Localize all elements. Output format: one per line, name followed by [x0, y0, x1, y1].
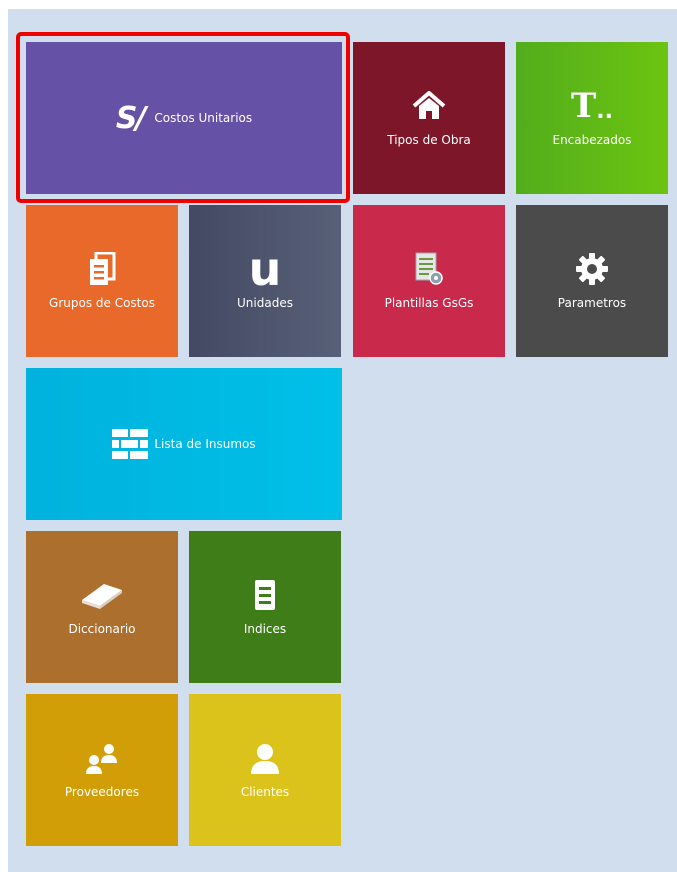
- tile-unidades[interactable]: u Unidades: [189, 205, 341, 357]
- tile-label: Parametros: [557, 296, 627, 310]
- tile-parametros[interactable]: Parametros: [516, 205, 668, 357]
- tile-diccionario[interactable]: Diccionario: [26, 531, 178, 683]
- unit-letter-icon: u: [248, 242, 282, 296]
- user-icon: [248, 741, 282, 775]
- tile-label: Tipos de Obra: [387, 133, 471, 147]
- tile-proveedores[interactable]: Proveedores: [26, 694, 178, 846]
- tile-lista-de-insumos[interactable]: Lista de Insumos: [26, 368, 342, 520]
- tile-label: Unidades: [237, 296, 293, 310]
- tile-label: Encabezados: [552, 133, 632, 147]
- template-settings-icon: [414, 252, 444, 286]
- text-format-icon: T ..: [570, 86, 614, 126]
- tile-label: Indices: [243, 622, 287, 636]
- tile-label: Grupos de Costos: [49, 296, 155, 310]
- document-lines-icon: [254, 578, 276, 612]
- tile-plantillas-gsgs[interactable]: Plantillas GsGs: [353, 205, 505, 357]
- book-icon: [80, 578, 124, 612]
- tile-encabezados[interactable]: T .. Encabezados: [516, 42, 668, 194]
- gear-icon: [575, 252, 609, 286]
- tile-clientes[interactable]: Clientes: [189, 694, 341, 846]
- tile-label: Diccionario: [68, 622, 136, 636]
- tile-indices[interactable]: Indices: [189, 531, 341, 683]
- tile-grupos-de-costos[interactable]: Grupos de Costos: [26, 205, 178, 357]
- tile-tipos-de-obra[interactable]: Tipos de Obra: [353, 42, 505, 194]
- selection-highlight: [16, 32, 350, 203]
- tile-label: Clientes: [240, 785, 290, 799]
- tile-label: Plantillas GsGs: [384, 296, 474, 310]
- documents-icon: [88, 252, 116, 286]
- tile-label: Lista de Insumos: [154, 437, 256, 451]
- home-icon: [412, 89, 446, 123]
- brick-wall-icon: [112, 429, 149, 459]
- users-icon: [82, 741, 122, 775]
- tile-label: Proveedores: [64, 785, 140, 799]
